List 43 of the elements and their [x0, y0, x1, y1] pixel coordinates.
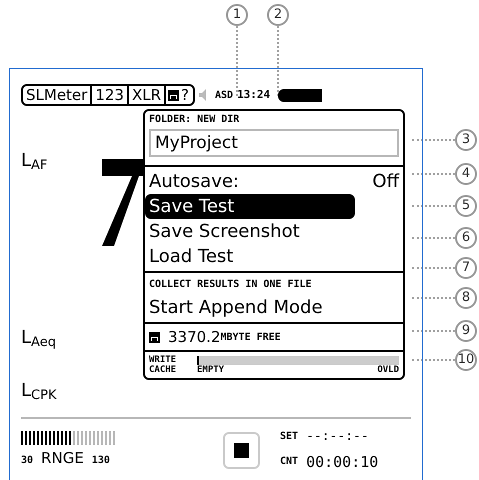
stop-icon [234, 442, 249, 458]
menu-item[interactable]: Start Append Mode [145, 295, 355, 320]
callout-marker: 7 [455, 257, 477, 279]
reading-label: L$_{CPK}$ [21, 379, 58, 404]
cache-min-label: EMPTY [197, 365, 224, 375]
status-indicator: ASD [215, 88, 234, 102]
range-low: 30 [21, 454, 34, 468]
menu-item[interactable]: Load Test [145, 244, 355, 269]
status-tab[interactable]: SLMeter [23, 86, 92, 104]
status-tab[interactable]: XLR [128, 86, 166, 104]
callout-marker: 6 [455, 227, 477, 249]
storage-unit: MBYTE FREE [220, 330, 281, 344]
callout-marker: 9 [455, 320, 477, 342]
clock-text: 13:24 [237, 86, 270, 103]
menu-item[interactable]: Save Screenshot [145, 219, 355, 244]
folder-field[interactable]: MyProject [149, 129, 399, 157]
callout-marker: 10 [455, 349, 477, 371]
stop-button[interactable] [223, 432, 260, 468]
speaker-icon [199, 89, 207, 101]
reading-label: L$_{AF}$ [21, 149, 48, 174]
set-label: SET [280, 430, 298, 444]
storage-value: 3370.2 [168, 326, 220, 348]
count-label: CNT [280, 455, 298, 470]
cache-max-label: OVLD [377, 365, 399, 375]
section-heading: COLLECT RESULTS IN ONE FILE [148, 278, 313, 292]
callout-marker: 2 [267, 4, 289, 26]
help-label[interactable]: ? [181, 86, 193, 104]
cache-label: WRITE CACHE [149, 355, 178, 375]
reading-label: L$_{Aeq}$ [21, 326, 57, 351]
set-value: --:--:-- [306, 428, 369, 446]
callout-marker: 3 [455, 129, 477, 151]
callout-marker: 5 [455, 195, 477, 217]
menu-item[interactable]: Save Test [145, 194, 355, 219]
callout-marker: 8 [455, 287, 477, 309]
battery-icon [278, 88, 322, 102]
range-high: 130 [92, 454, 110, 468]
menu-item[interactable]: Autosave: Off [145, 169, 403, 194]
callout-marker: 1 [226, 4, 248, 26]
folder-label: FOLDER: NEW DIR [148, 113, 240, 127]
range-label: RNGE [41, 448, 84, 469]
callout-marker: 4 [455, 163, 477, 185]
status-tab[interactable]: 123 [92, 86, 129, 104]
count-value: 00:00:10 [306, 452, 378, 472]
